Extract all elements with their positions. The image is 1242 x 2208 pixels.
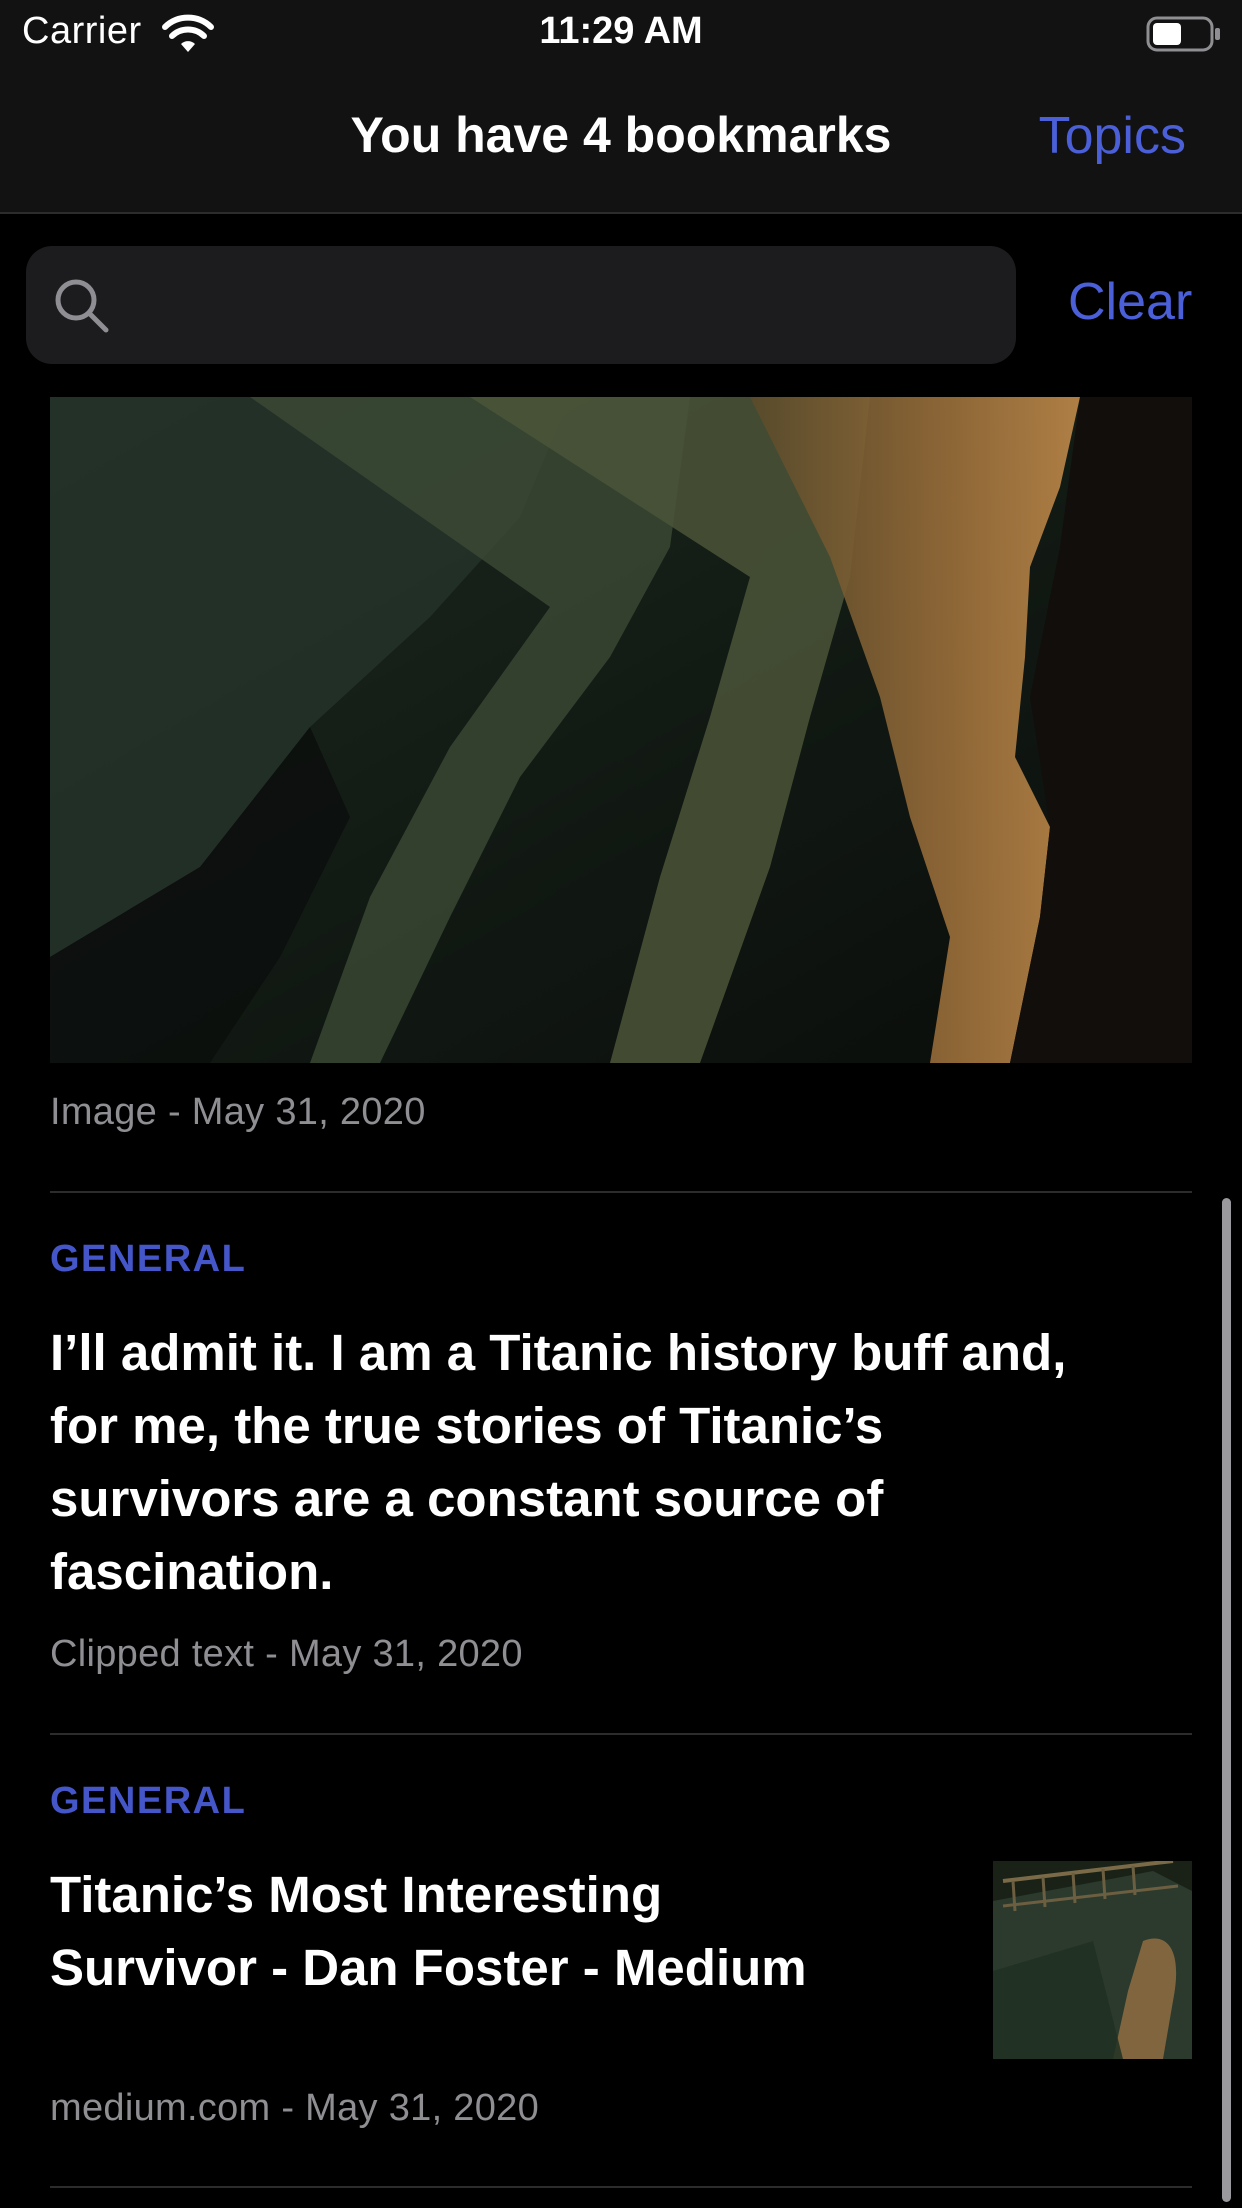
clear-button[interactable]: Clear (1068, 272, 1192, 332)
status-time: 11:29 AM (539, 10, 703, 52)
item-meta: medium.com - May 31, 2020 (50, 2087, 540, 2129)
clipped-text-line: I’ll admit it. I am a Titanic history bu… (50, 1324, 1067, 1381)
divider (50, 1733, 1192, 1735)
category-label: GENERAL (50, 1238, 247, 1280)
search-input[interactable] (128, 260, 992, 352)
bookmark-image[interactable] (50, 397, 1192, 1063)
search-icon (55, 279, 109, 333)
navigation-bar: You have 4 bookmarks Topics (0, 66, 1242, 214)
item-meta: Clipped text - May 31, 2020 (50, 1633, 523, 1675)
topics-button[interactable]: Topics (1039, 106, 1186, 166)
item-meta: Image - May 31, 2020 (50, 1091, 426, 1133)
clipped-text-line: fascination. (50, 1543, 334, 1600)
clipped-text-line: survivors are a constant source of (50, 1470, 884, 1527)
scrollbar[interactable] (1222, 1198, 1231, 2202)
search-field[interactable] (26, 246, 1016, 364)
clipped-text[interactable]: I’ll admit it. I am a Titanic history bu… (50, 1316, 1066, 1608)
link-title-line: Survivor - Dan Foster - Medium (50, 1939, 807, 1996)
divider (50, 1191, 1192, 1193)
link-thumbnail[interactable] (993, 1861, 1192, 2059)
battery-icon (1146, 16, 1220, 52)
status-bar: Carrier 11:29 AM (0, 0, 1242, 66)
link-title-line: Titanic’s Most Interesting (50, 1866, 663, 1923)
category-label: GENERAL (50, 1780, 247, 1822)
divider (50, 2186, 1192, 2188)
clipped-text-line: for me, the true stories of Titanic’s (50, 1397, 884, 1454)
link-title[interactable]: Titanic’s Most Interesting Survivor - Da… (50, 1858, 807, 2004)
